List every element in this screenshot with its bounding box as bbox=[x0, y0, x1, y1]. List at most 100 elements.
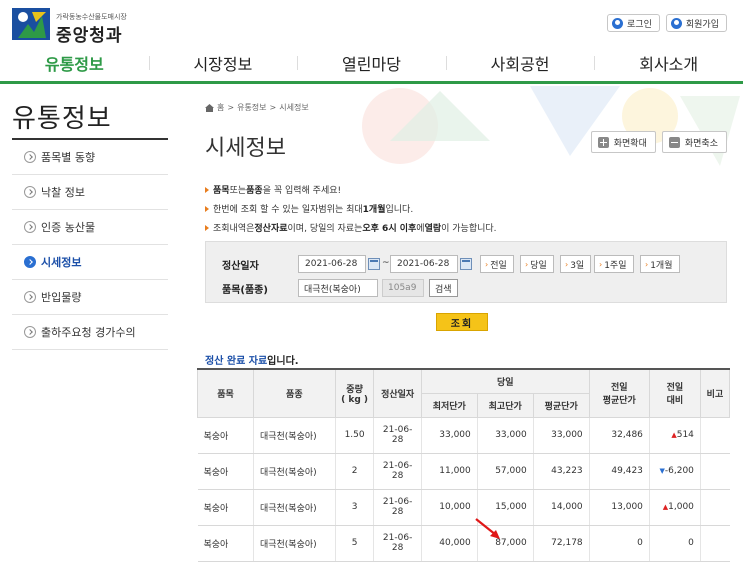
notice-item: 품목 또는 품종 을 꼭 입력해 주세요! bbox=[205, 180, 497, 199]
calendar-icon[interactable] bbox=[460, 258, 472, 270]
notice-text: 또는 bbox=[229, 186, 247, 196]
zoom-buttons: 화면확대 화면축소 bbox=[590, 131, 727, 153]
lnb-item-label: 품목별 동향 bbox=[41, 151, 96, 164]
col-header-min: 최저단가 bbox=[420, 392, 478, 418]
date-range-tilde: ~ bbox=[382, 258, 390, 268]
diff-value: 1,000 bbox=[668, 502, 694, 512]
join-button[interactable]: 회원가입 bbox=[665, 14, 727, 32]
quick-prev-day-button[interactable]: 전일 bbox=[480, 255, 514, 273]
quick-week-button[interactable]: 1주일 bbox=[594, 255, 634, 273]
lnb-item-bid[interactable]: 낙찰 정보 bbox=[12, 175, 168, 210]
item-label: 품목(품종) bbox=[222, 285, 268, 296]
cell-min: 10,000 bbox=[420, 489, 478, 526]
cell-weight: 5 bbox=[334, 525, 374, 562]
lnb-item-trend[interactable]: 품목별 동향 bbox=[12, 140, 168, 175]
bullet-icon bbox=[205, 224, 209, 231]
item-input[interactable]: 대극천(복숭아) bbox=[298, 279, 378, 297]
gnb-item-community[interactable]: 열린마당 bbox=[297, 44, 446, 81]
notice-bold: 1개월 bbox=[362, 205, 386, 215]
cell-item: 복숭아 bbox=[197, 453, 254, 490]
diff-value: 0 bbox=[688, 538, 694, 548]
cell-item: 복숭아 bbox=[197, 525, 254, 562]
table-row: 복숭아 대극천(복숭아) 1.50 21-06-28 33,000 33,000 33,00… bbox=[197, 417, 730, 454]
cell-variety: 대극천(복숭아) bbox=[252, 525, 336, 562]
zoom-in-label: 화면확대 bbox=[613, 138, 647, 149]
notice-text: 이 가능합니다. bbox=[441, 224, 497, 234]
lnb-item-label: 출하주요청 경가수의 bbox=[41, 326, 136, 339]
cell-prev-avg: 32,486 bbox=[588, 417, 650, 454]
notice-text: 에 bbox=[416, 224, 425, 234]
status-message: 정산 완료 자료입니다. bbox=[205, 352, 299, 367]
date-from-input[interactable]: 2021-06-28 bbox=[298, 255, 366, 273]
cell-variety: 대극천(복숭아) bbox=[252, 489, 336, 526]
chevron-right-icon bbox=[24, 186, 36, 198]
lnb-item-volume[interactable]: 반입물량 bbox=[12, 280, 168, 315]
cell-avg: 43,223 bbox=[532, 453, 590, 490]
home-icon[interactable] bbox=[205, 103, 214, 112]
cell-variety: 대극천(복숭아) bbox=[252, 417, 336, 454]
plus-icon bbox=[597, 136, 609, 148]
search-panel: 정산일자 2021-06-28 ~ 2021-06-28 전일 당일 3일 1주… bbox=[205, 241, 727, 303]
cell-prev-avg: 0 bbox=[588, 525, 650, 562]
cell-min: 40,000 bbox=[420, 525, 478, 562]
cell-avg: 33,000 bbox=[532, 417, 590, 454]
query-button[interactable]: 조회 bbox=[436, 313, 488, 331]
quick-3day-button[interactable]: 3일 bbox=[560, 255, 592, 273]
col-header-max: 최고단가 bbox=[476, 392, 534, 418]
notice-text: 한번에 조회 할 수 있는 일자범위는 최대 bbox=[213, 205, 363, 215]
cell-weight: 3 bbox=[334, 489, 374, 526]
cell-prev-avg: 13,000 bbox=[588, 489, 650, 526]
date-to-input[interactable]: 2021-06-28 bbox=[390, 255, 458, 273]
chevron-right-icon bbox=[24, 326, 36, 338]
cell-date: 21-06-28 bbox=[373, 525, 422, 562]
table-row: 복숭아 대극천(복숭아) 5 21-06-28 40,000 87,000 72,178 0 0 bbox=[197, 525, 730, 562]
quick-today-button[interactable]: 당일 bbox=[520, 255, 554, 273]
bullet-icon bbox=[205, 186, 209, 193]
notice-item: 조회내역은 정산자료 이며, 당일의 자료는 오후 6시 이후 에 열람 이 가능… bbox=[205, 218, 497, 237]
item-code-field: 105a9 bbox=[382, 279, 424, 297]
logo-name: 중앙청과 bbox=[56, 26, 123, 46]
lnb-item-shipment[interactable]: 출하주요청 경가수의 bbox=[12, 315, 168, 350]
cell-avg: 72,178 bbox=[532, 525, 590, 562]
notice-bold: 품종 bbox=[246, 186, 263, 196]
gnb-item-distribution[interactable]: 유통정보 bbox=[0, 44, 149, 81]
user-add-icon bbox=[670, 17, 682, 29]
breadcrumb: 홈 > 유통정보 > 시세정보 bbox=[205, 102, 309, 113]
gnb-item-market[interactable]: 시장정보 bbox=[148, 44, 298, 81]
cell-weight: 1.50 bbox=[334, 417, 374, 454]
col-header-prev-avg: 전일 평균단가 bbox=[588, 368, 650, 418]
cell-prev-avg: 49,423 bbox=[588, 453, 650, 490]
cell-max: 15,000 bbox=[476, 489, 534, 526]
cell-note bbox=[699, 453, 730, 490]
gnb-item-company[interactable]: 회사소개 bbox=[594, 44, 743, 81]
cell-prev-diff: 0 bbox=[648, 525, 701, 562]
status-rest: 입니다. bbox=[267, 356, 299, 367]
chevron-right-icon bbox=[24, 151, 36, 163]
col-header-date: 정산일자 bbox=[373, 368, 422, 418]
cell-note bbox=[699, 417, 730, 454]
lnb-item-certified[interactable]: 인증 농산물 bbox=[12, 210, 168, 245]
cell-min: 11,000 bbox=[420, 453, 478, 490]
login-button[interactable]: 로그인 bbox=[607, 14, 660, 32]
breadcrumb-distribution[interactable]: 유통정보 bbox=[237, 102, 266, 113]
cell-max: 87,000 bbox=[476, 525, 534, 562]
col-header-variety: 품종 bbox=[252, 368, 336, 418]
notice-bold: 품목 bbox=[213, 186, 230, 196]
site-logo[interactable]: 가락동농수산물도매시장 중앙청과 bbox=[12, 6, 192, 46]
col-header-note: 비고 bbox=[699, 368, 731, 418]
cell-item: 복숭아 bbox=[197, 417, 254, 454]
breadcrumb-home[interactable]: 홈 bbox=[217, 102, 224, 113]
calendar-icon[interactable] bbox=[368, 258, 380, 270]
user-icon bbox=[612, 17, 624, 29]
gnb-item-social[interactable]: 사회공헌 bbox=[445, 44, 595, 81]
col-header-item: 품목 bbox=[197, 368, 254, 418]
lnb-item-price[interactable]: 시세정보 bbox=[12, 245, 168, 280]
notice-bold: 오후 6시 이후 bbox=[362, 224, 417, 234]
quick-month-button[interactable]: 1개월 bbox=[640, 255, 680, 273]
notice-text: 이며, 당일의 자료는 bbox=[287, 224, 363, 234]
zoom-out-button[interactable]: 화면축소 bbox=[661, 131, 727, 153]
item-search-button[interactable]: 검색 bbox=[429, 279, 458, 297]
zoom-in-button[interactable]: 화면확대 bbox=[590, 131, 656, 153]
diff-value: -6,200 bbox=[664, 466, 694, 476]
cell-note bbox=[699, 489, 730, 526]
